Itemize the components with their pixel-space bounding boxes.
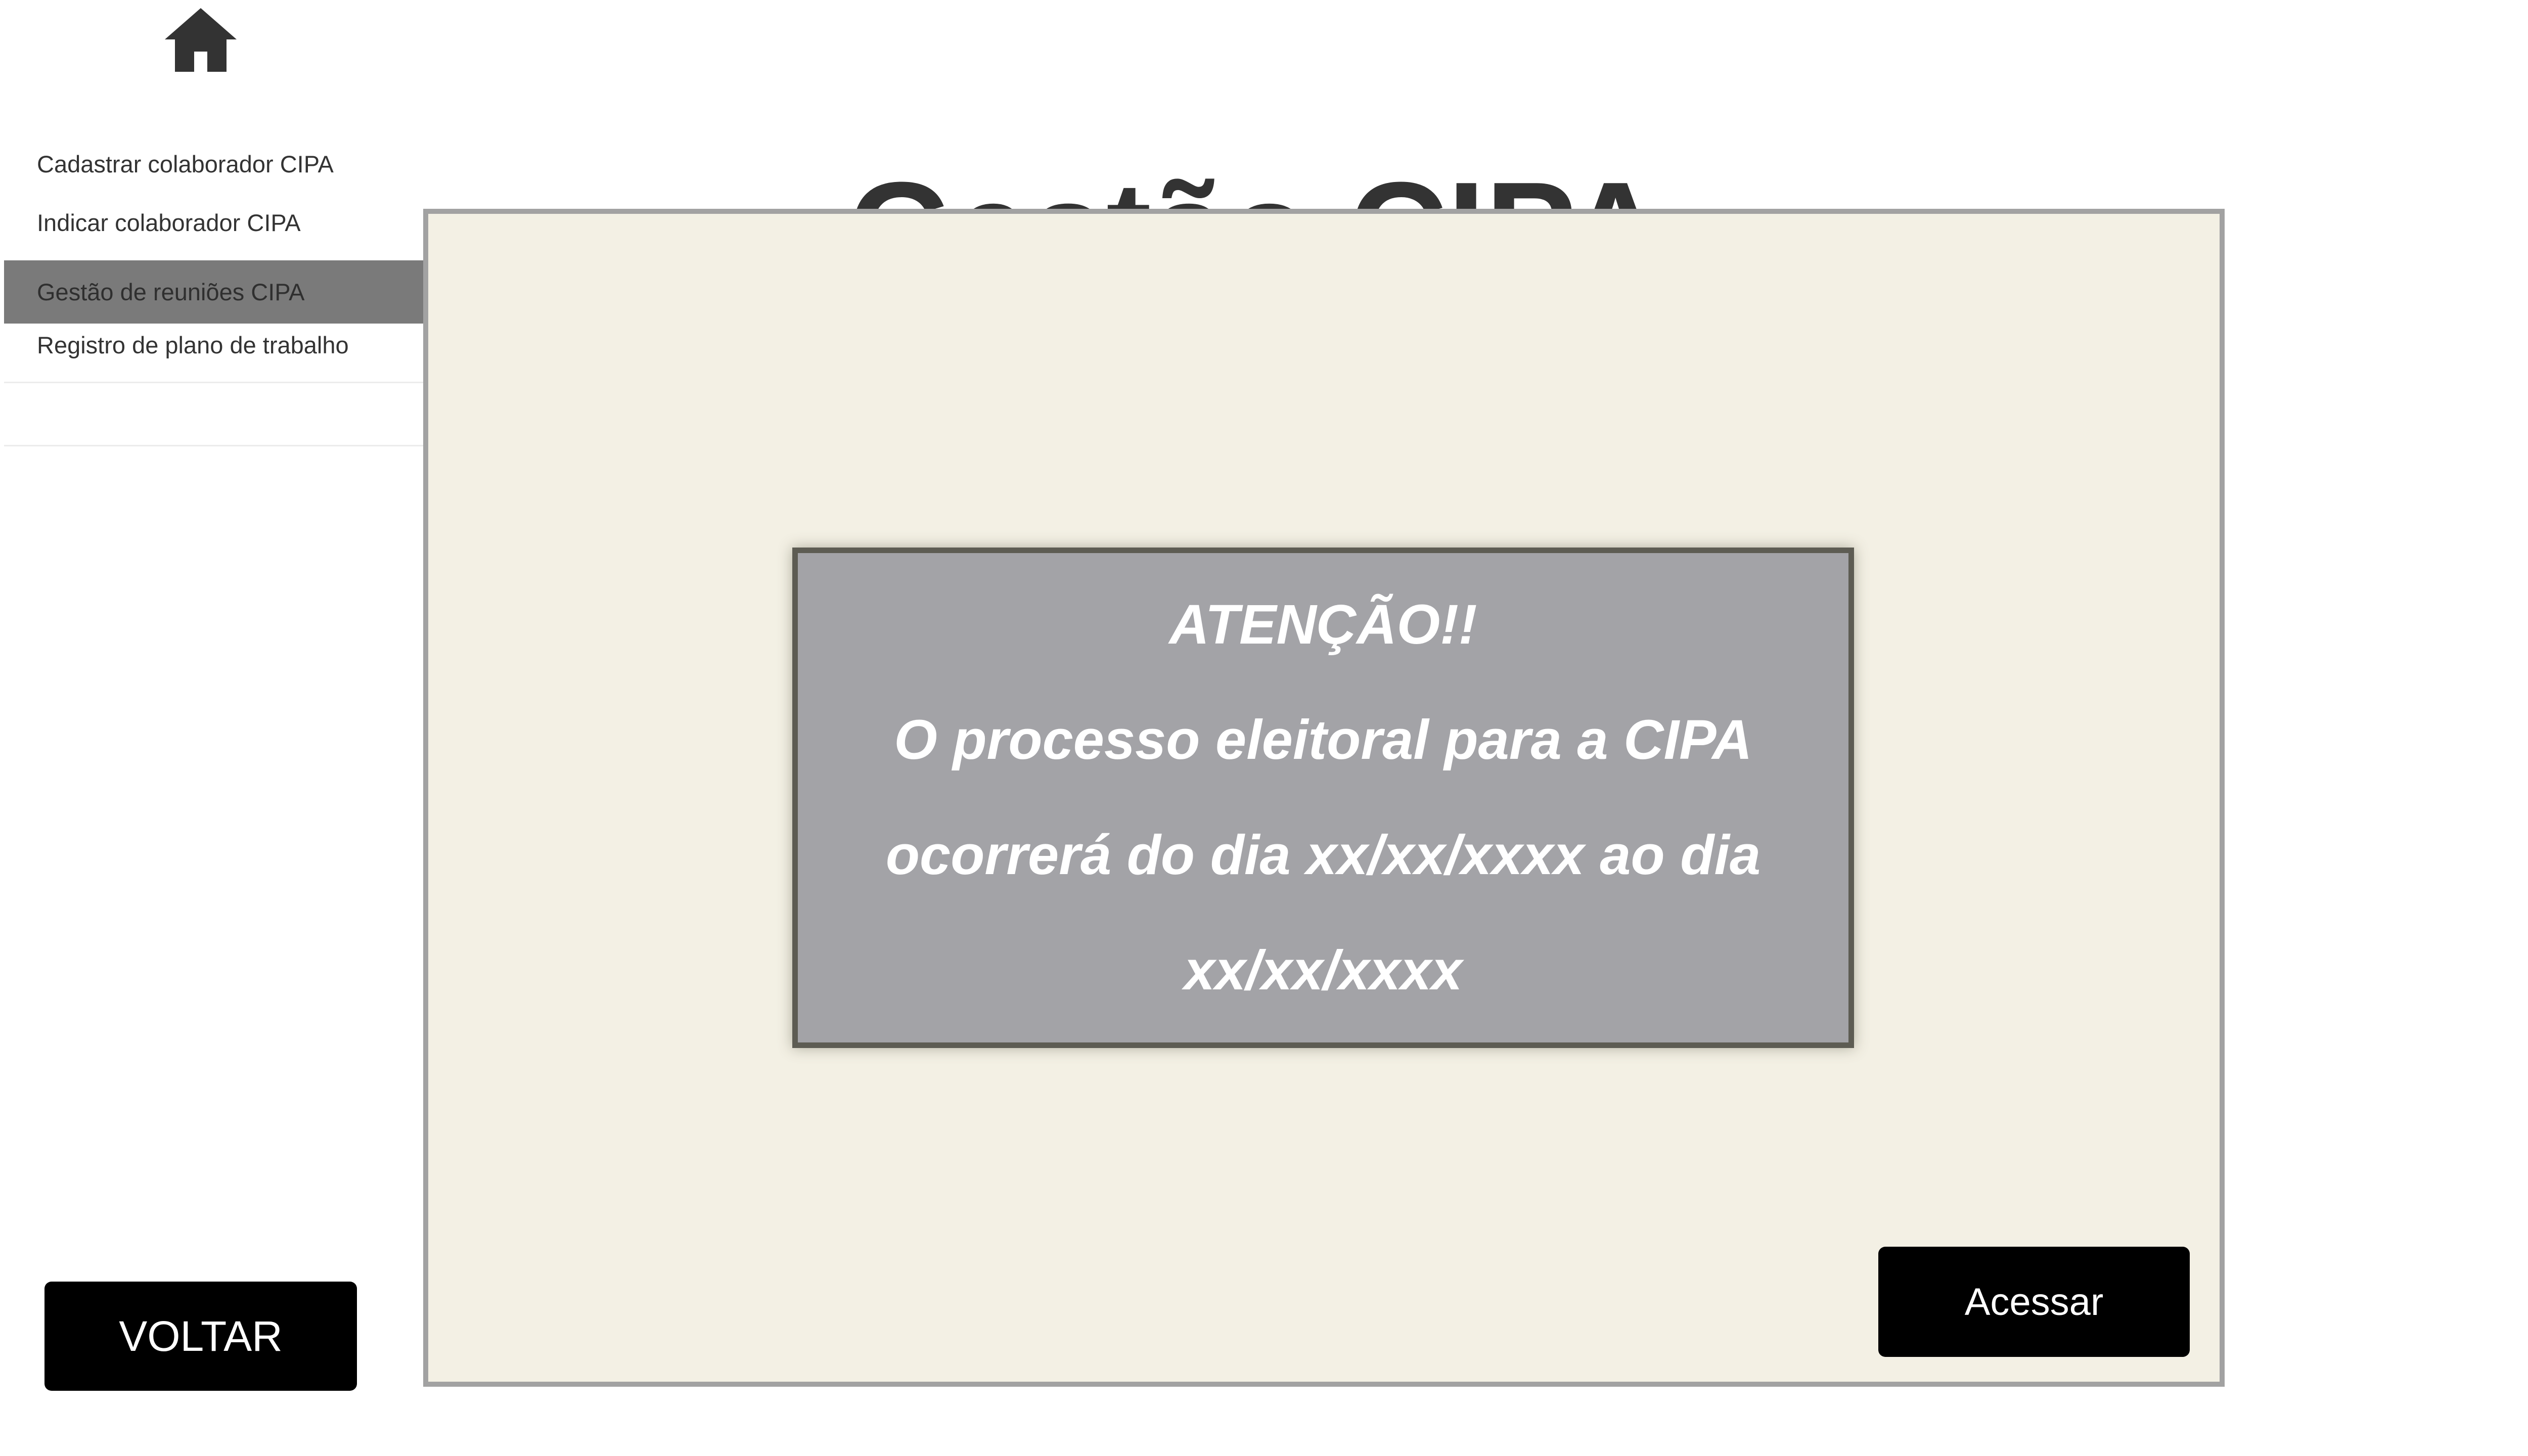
election-notice: ATENÇÃO!! O processo eleitoral para a CI… bbox=[792, 548, 1854, 1048]
sidebar-item-cadastrar-colaborador[interactable]: Cadastrar colaborador CIPA bbox=[4, 145, 425, 184]
sidebar-divider bbox=[4, 445, 425, 446]
sidebar-divider bbox=[4, 382, 425, 383]
back-button[interactable]: VOLTAR bbox=[44, 1282, 357, 1391]
sidebar-item-registro-plano[interactable]: Registro de plano de trabalho bbox=[4, 326, 425, 365]
notice-line: xx/xx/xxxx bbox=[1184, 939, 1463, 1002]
notice-heading: ATENÇÃO!! bbox=[1169, 594, 1477, 656]
sidebar-menu: Cadastrar colaborador CIPA Indicar colab… bbox=[4, 0, 425, 1456]
sidebar-item-gestao-reunioes[interactable]: Gestão de reuniões CIPA bbox=[4, 260, 425, 324]
notice-line: ocorrerá do dia xx/xx/xxxx ao dia bbox=[885, 824, 1761, 886]
notice-line: O processo eleitoral para a CIPA bbox=[894, 709, 1752, 771]
access-button[interactable]: Acessar bbox=[1878, 1247, 2190, 1357]
sidebar-item-indicar-colaborador[interactable]: Indicar colaborador CIPA bbox=[4, 204, 425, 242]
